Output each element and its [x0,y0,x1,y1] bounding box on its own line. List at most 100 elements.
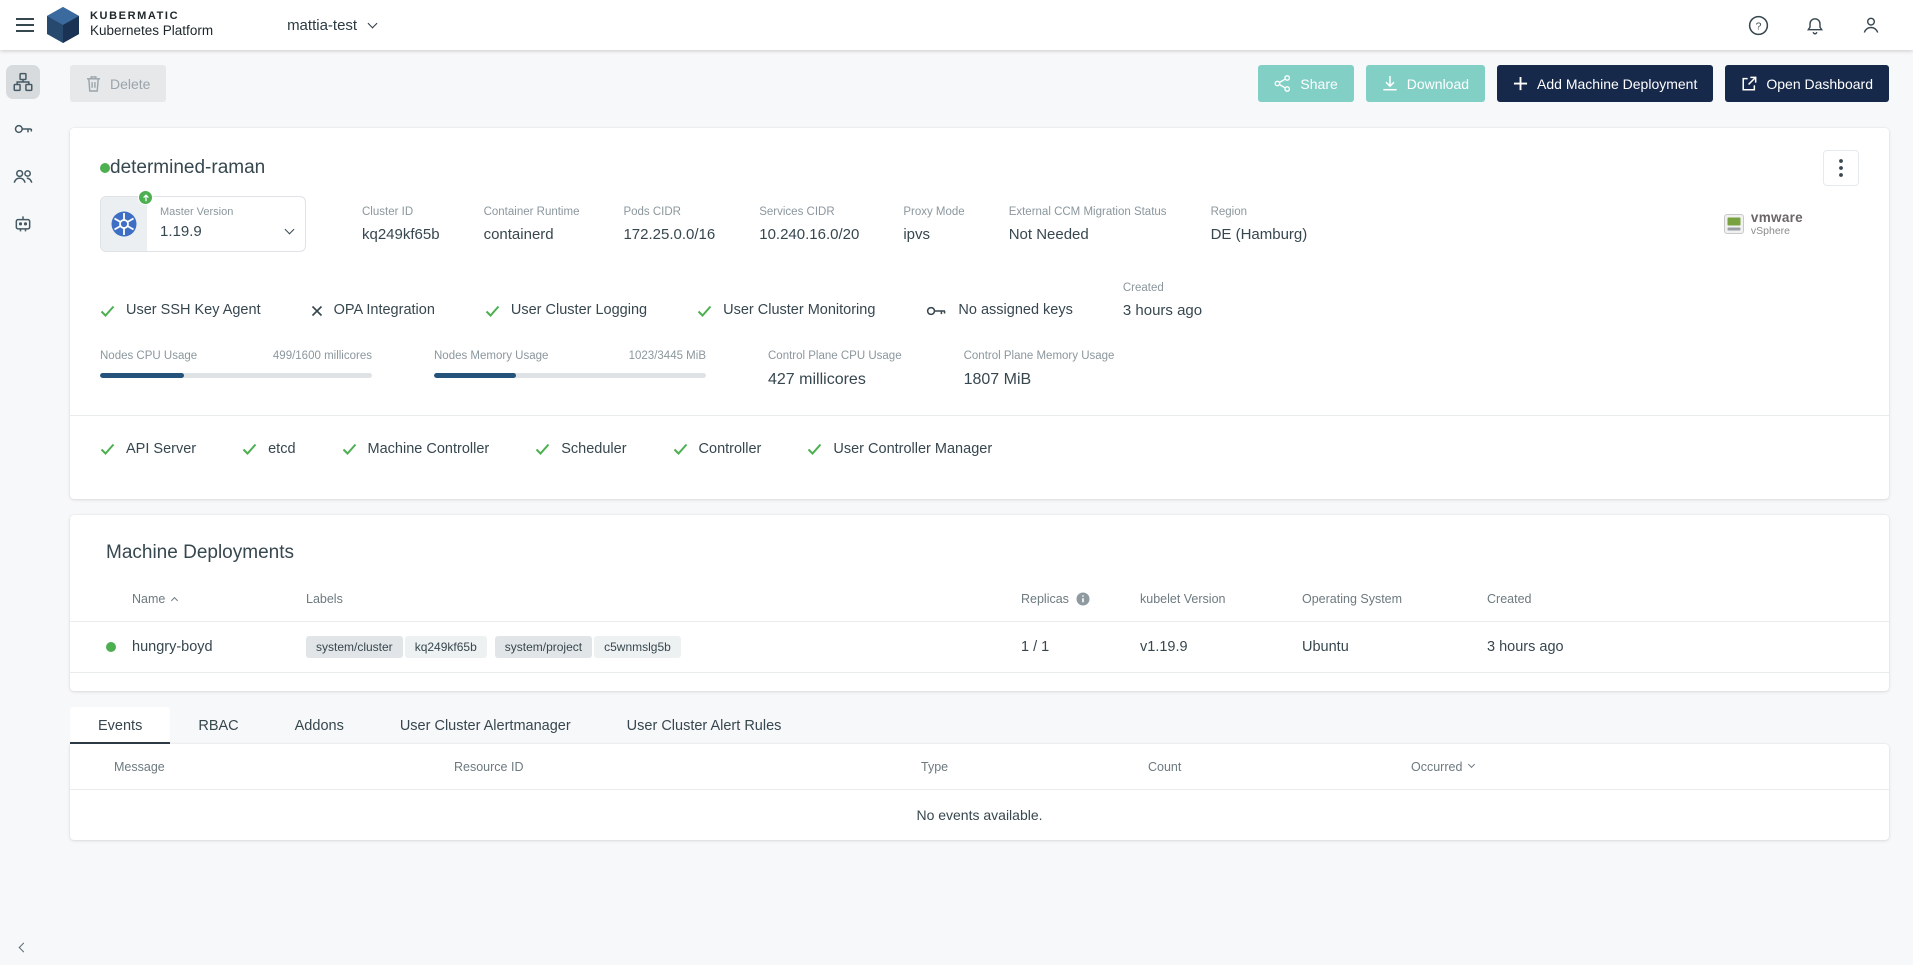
label-chip-pair: system/project c5wnmslg5b [495,636,681,658]
label-chip-value: c5wnmslg5b [594,636,681,658]
health-machine-controller: Machine Controller [342,441,490,457]
sidebar-item-clusters[interactable] [6,65,40,99]
check-icon [535,443,550,455]
column-label: Name [132,592,165,606]
main-content: Delete Share Download Add Machine Deploy… [46,50,1913,840]
navbar-actions: ? [1742,9,1887,42]
delete-cluster-button[interactable]: Delete [70,65,166,102]
add-machine-deployment-button[interactable]: Add Machine Deployment [1497,65,1713,102]
help-button[interactable]: ? [1742,9,1775,42]
check-icon [673,443,688,455]
info-value: 10.240.16.0/20 [759,226,859,243]
cluster-menu-button[interactable] [1823,150,1859,186]
column-header-replicas: Replicas [1021,592,1140,606]
usage-label: Nodes Memory Usage [434,350,548,362]
tab-user-cluster-alert-rules[interactable]: User Cluster Alert Rules [599,707,810,744]
toolbar-actions: Share Download Add Machine Deployment Op… [1258,65,1889,102]
ssh-keys-label: No assigned keys [958,301,1072,320]
open-dashboard-button[interactable]: Open Dashboard [1725,65,1889,102]
sidebar-item-members[interactable] [6,159,40,193]
open-dashboard-label: Open Dashboard [1766,76,1873,92]
trash-icon [86,75,101,92]
tab-label: RBAC [198,718,238,734]
usage-value: 1023/3445 MiB [629,350,706,362]
members-icon [12,166,34,186]
project-selector[interactable]: mattia-test [287,17,376,34]
info-value: containerd [484,226,580,243]
health-label: User Controller Manager [833,441,992,457]
cross-icon [311,305,323,317]
tab-user-cluster-alertmanager[interactable]: User Cluster Alertmanager [372,707,599,744]
column-header-type: Type [921,760,1148,774]
events-card: Message Resource ID Type Count Occurred … [70,744,1889,840]
version-update-badge [138,190,153,205]
sidebar-item-service-accounts[interactable] [6,206,40,240]
brand-text: KUBERMATIC Kubernetes Platform [90,10,213,41]
delete-button-label: Delete [110,76,150,92]
master-version-selector[interactable]: Master Version 1.19.9 [100,196,306,252]
column-header-message: Message [114,760,454,774]
sidebar-item-ssh-keys[interactable] [6,112,40,146]
ssh-keys-status[interactable]: No assigned keys [925,301,1072,320]
tab-events[interactable]: Events [70,707,170,744]
info-label: External CCM Migration Status [1009,206,1167,218]
plus-icon [1513,76,1528,91]
health-label: API Server [126,441,196,457]
project-name: mattia-test [287,17,357,34]
feature-label: User SSH Key Agent [126,301,261,320]
health-label: Machine Controller [368,441,490,457]
health-label: Scheduler [561,441,626,457]
kubernetes-icon [110,210,138,238]
machine-deployment-row[interactable]: hungry-boyd system/cluster kq249kf65b sy… [70,622,1889,673]
column-header-name[interactable]: Name [106,592,306,606]
chevron-down-icon [285,225,295,235]
column-label: Type [921,760,948,774]
column-label: Labels [306,592,343,606]
health-scheduler: Scheduler [535,441,626,457]
column-label: Occurred [1411,760,1462,774]
check-icon [100,305,115,317]
progress-bar [434,373,706,378]
tab-label: User Cluster Alertmanager [400,718,571,734]
hamburger-menu-button[interactable] [10,12,40,38]
sort-asc-icon [171,597,178,604]
tab-rbac[interactable]: RBAC [170,707,266,744]
service-accounts-icon [13,213,33,233]
info-ccm-migration-status: External CCM Migration Status Not Needed [1009,206,1167,243]
feature-user-ssh-key-agent: User SSH Key Agent [100,301,261,320]
md-kubelet-version: v1.19.9 [1140,639,1302,655]
cluster-info-row: Master Version 1.19.9 Cluster ID kq249kf… [100,196,1859,252]
sidebar-collapse-button[interactable] [0,944,46,951]
events-empty-message: No events available. [70,790,1889,840]
share-button[interactable]: Share [1258,65,1353,102]
control-plane-cpu-usage: Control Plane CPU Usage 427 millicores [768,350,902,389]
info-icon[interactable] [1076,592,1090,606]
info-proxy-mode: Proxy Mode ipvs [903,206,964,243]
check-icon [100,443,115,455]
user-menu-button[interactable] [1855,9,1887,41]
provider-logo: vmware vSphere [1724,211,1859,237]
share-button-label: Share [1300,76,1337,92]
column-header-labels: Labels [306,592,1021,606]
tab-addons[interactable]: Addons [267,707,372,744]
usage-value: 427 millicores [768,371,902,389]
column-label: Created [1487,592,1531,606]
info-container-runtime: Container Runtime containerd [484,206,580,243]
md-created: 3 hours ago [1487,639,1853,655]
info-value: kq249kf65b [362,226,440,243]
cluster-detail-card: determined-raman Master Version 1.19.9 [70,128,1889,499]
download-button[interactable]: Download [1366,65,1485,102]
vsphere-logo-icon [1724,214,1744,234]
usage-label: Nodes CPU Usage [100,350,197,362]
health-controller: Controller [673,441,762,457]
column-label: kubelet Version [1140,592,1225,606]
md-status-dot [106,642,116,652]
arrow-up-icon [142,194,150,202]
left-sidebar [0,50,46,965]
health-api-server: API Server [100,441,196,457]
add-machine-deployment-label: Add Machine Deployment [1537,76,1697,92]
column-header-occurred[interactable]: Occurred [1411,760,1845,774]
md-operating-system: Ubuntu [1302,639,1487,655]
health-label: etcd [268,441,295,457]
notifications-button[interactable] [1799,9,1831,42]
